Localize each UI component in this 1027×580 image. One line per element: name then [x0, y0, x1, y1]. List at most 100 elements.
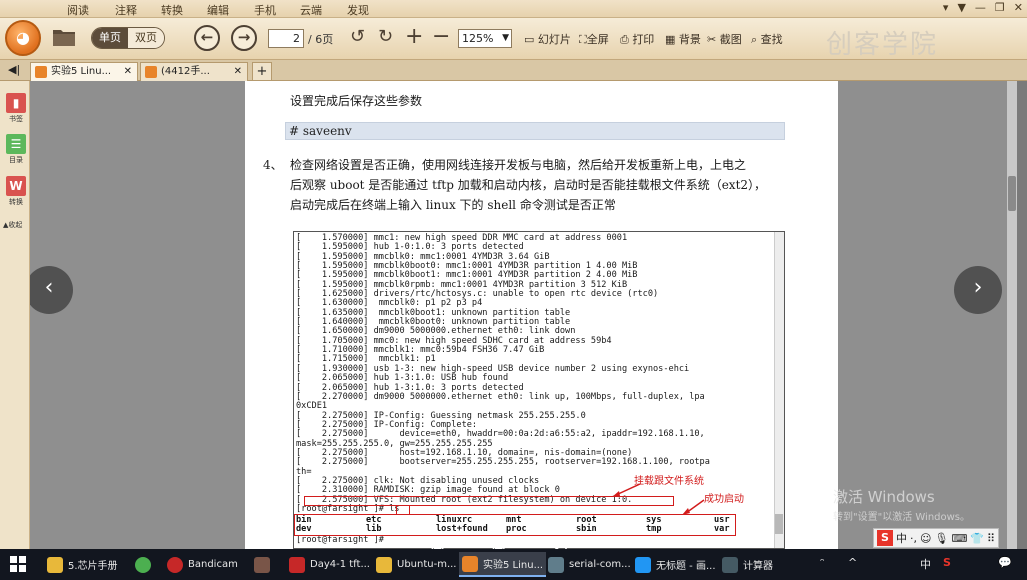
find-label: 查找: [760, 33, 783, 46]
taskbar-item[interactable]: [132, 552, 154, 577]
ime-indicator[interactable]: 中: [920, 556, 931, 572]
sidebar-toggle-icon[interactable]: ◀|: [8, 63, 20, 76]
slideshow-icon: ▭: [524, 33, 535, 46]
app-logo-icon[interactable]: ◕: [5, 20, 41, 56]
sogou-tray-icon[interactable]: S: [943, 556, 951, 569]
view-mode-toggle: 单页 双页: [91, 27, 165, 49]
single-page-button[interactable]: 单页: [92, 28, 128, 48]
zoom-select[interactable]: 125% ▼: [458, 29, 512, 48]
tab-doc-1[interactable]: 实验5 Linu... ✕: [30, 62, 138, 81]
windows-taskbar: 5.芯片手册 Bandicam Day4-1 tft... Ubuntu-m..…: [0, 549, 1027, 580]
zoom-value: 125%: [462, 32, 494, 45]
rotate-left-icon[interactable]: ↺: [350, 27, 365, 47]
command-text: # saveenv: [289, 124, 352, 138]
skin-icon[interactable]: ▼: [957, 1, 965, 14]
fullscreen-icon: ⛶: [579, 33, 587, 46]
prev-image-icon[interactable]: ‹: [30, 266, 73, 314]
taskbar-item[interactable]: 5.芯片手册: [44, 552, 121, 577]
document-tab-bar: ◀| 实验5 Linu... ✕ (4412手... ✕ +: [0, 60, 1027, 81]
print-button[interactable]: ⎙ 打印: [620, 31, 654, 47]
taskbar-item[interactable]: [251, 552, 273, 577]
close-icon[interactable]: ✕: [124, 63, 132, 80]
step-number: 4、: [263, 158, 283, 172]
next-page-icon[interactable]: →: [231, 25, 257, 51]
main-toolbar: ◕ 单页 双页 ← → 2 / 6页 ↺ ↻ + − 125% ▼ ▭ 幻灯片 …: [0, 18, 1027, 60]
zoom-in-icon[interactable]: +: [405, 26, 423, 48]
close-icon[interactable]: ✕: [234, 63, 242, 80]
word-convert-icon: W: [6, 176, 26, 196]
open-folder-icon[interactable]: [52, 27, 76, 47]
menu-edit[interactable]: 编辑: [207, 2, 229, 18]
new-tab-button[interactable]: +: [252, 62, 272, 81]
menu-read[interactable]: 阅读: [67, 2, 89, 18]
activate-windows-hint: 转到"设置"以激活 Windows。: [833, 512, 971, 523]
scissors-icon: ✂: [707, 33, 717, 46]
tools-icon[interactable]: ⠿: [987, 530, 995, 546]
taskbar-item[interactable]: Day4-1 tft...: [286, 552, 373, 577]
document-scrollbar[interactable]: [1007, 81, 1017, 549]
background-button[interactable]: ▦ 背景: [665, 31, 701, 47]
scroll-thumb[interactable]: [1008, 176, 1016, 211]
folder-icon: [376, 556, 392, 573]
screenshot-button[interactable]: ✂ 截图: [707, 31, 742, 47]
skin-icon[interactable]: 👕: [970, 530, 984, 546]
print-label: 打印: [632, 33, 655, 46]
tray-expand-icon[interactable]: ^: [848, 556, 857, 569]
taskbar-item[interactable]: 无标题 - 画...: [632, 552, 719, 577]
taskbar-item[interactable]: 计算器: [719, 552, 776, 577]
taskbar-item[interactable]: Ubuntu-m...: [373, 552, 460, 577]
print-icon: ⎙: [620, 33, 629, 46]
restore-button[interactable]: ❐: [995, 1, 1005, 14]
menu-bar: 阅读 注释 转换 编辑 手机 云端 发现 ▾ ▼ — ❐ ✕: [0, 0, 1027, 18]
double-page-button[interactable]: 双页: [128, 28, 164, 48]
paint-icon: [635, 556, 651, 573]
dropdown-icon[interactable]: ▾: [943, 1, 949, 14]
terminal-prompt: [root@farsight ]#: [296, 535, 384, 545]
ime-mode[interactable]: 中: [896, 530, 907, 546]
microphone-icon[interactable]: 🎙: [934, 530, 948, 546]
punctuation-icon[interactable]: ·,: [910, 530, 917, 546]
screenshot-label: 截图: [719, 33, 742, 46]
highlight-ls-output: [294, 514, 736, 536]
paragraph-line: 检查网络设置是否正确，使用网线连接开发板与电脑，然后给开发板重新上电，上电之: [290, 158, 747, 172]
slideshow-button[interactable]: ▭ 幻灯片: [524, 31, 571, 47]
menu-discover[interactable]: 发现: [347, 2, 369, 18]
notification-icon[interactable]: 💬: [998, 556, 1012, 569]
fullscreen-button[interactable]: ⛶全屏: [579, 31, 609, 47]
keyboard-icon[interactable]: ⌨: [951, 530, 967, 546]
sidebar-item-toc[interactable]: ☰ 目录: [5, 134, 27, 165]
window-controls: ▾ ▼ — ❐ ✕: [943, 1, 1023, 14]
menu-convert[interactable]: 转换: [161, 2, 183, 18]
arrow-icon: [612, 483, 641, 497]
minimize-button[interactable]: —: [975, 1, 986, 14]
paragraph-line: 后观察 uboot 是否能通过 tftp 加载和启动内核，启动时是否能挂载根文件…: [290, 178, 767, 192]
page-number-input[interactable]: 2: [268, 29, 304, 48]
background-icon: ▦: [665, 33, 676, 46]
taskbar-item[interactable]: serial-com...: [545, 552, 634, 577]
rotate-right-icon[interactable]: ↻: [378, 27, 393, 47]
menu-phone[interactable]: 手机: [254, 2, 276, 18]
prev-page-icon[interactable]: ←: [194, 25, 220, 51]
document-view[interactable]: 设置完成后保存这些参数 # saveenv 4、 检查网络设置是否正确，使用网线…: [30, 81, 1017, 549]
sidebar-item-bookmarks[interactable]: ▮ 书签: [5, 93, 27, 124]
folder-icon: [47, 556, 63, 573]
sidebar-item-label: 书签: [9, 115, 23, 123]
sidebar-item-convert[interactable]: W 转换: [5, 176, 27, 207]
next-image-icon[interactable]: ›: [954, 266, 1002, 314]
people-icon[interactable]: ᵔ: [820, 556, 825, 569]
taskbar-label: serial-com...: [569, 559, 631, 570]
windows-start-icon[interactable]: [10, 556, 26, 572]
sogou-logo-icon[interactable]: S: [877, 530, 893, 546]
zoom-out-icon[interactable]: −: [432, 26, 450, 48]
taskbar-item[interactable]: Bandicam: [164, 552, 241, 577]
menu-annotate[interactable]: 注释: [115, 2, 137, 18]
search-icon: ⌕: [751, 33, 758, 46]
taskbar-item-active[interactable]: 实验5 Linu...: [459, 552, 547, 577]
menu-cloud[interactable]: 云端: [300, 2, 322, 18]
emoji-icon[interactable]: ☺: [920, 530, 931, 546]
fullscreen-label: 全屏: [586, 33, 609, 46]
sidebar-collapse[interactable]: ▲收起: [3, 220, 22, 230]
close-button[interactable]: ✕: [1014, 1, 1023, 14]
tab-doc-2[interactable]: (4412手... ✕: [140, 62, 248, 81]
find-button[interactable]: ⌕ 查找: [751, 31, 783, 47]
